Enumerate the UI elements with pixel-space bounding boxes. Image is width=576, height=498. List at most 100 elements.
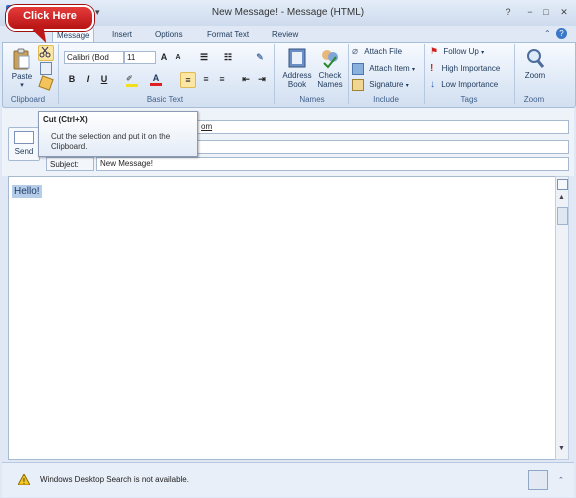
check-names-icon <box>322 50 338 69</box>
help-button[interactable]: ? <box>500 6 516 18</box>
send-label: Send <box>14 147 34 156</box>
svg-text:!: ! <box>22 477 25 485</box>
vertical-scrollbar[interactable]: ▲ ▼ <box>555 176 569 460</box>
paperclip-icon: ⌀ <box>352 46 359 57</box>
group-separator <box>348 44 349 104</box>
click-here-callout: Click Here <box>6 5 94 31</box>
numbering-icon[interactable]: ☷ <box>222 51 234 63</box>
zoom-group-label: Zoom <box>523 95 545 104</box>
scroll-thumb[interactable] <box>557 207 568 225</box>
scroll-down-arrow-icon[interactable]: ▼ <box>558 445 565 452</box>
address-book-label-1: Address <box>282 71 312 80</box>
bold-icon[interactable]: B <box>66 73 78 85</box>
tab-format-text[interactable]: Format Text <box>203 27 253 42</box>
group-separator <box>274 44 275 104</box>
align-right-icon[interactable]: ≡ <box>216 73 228 85</box>
scroll-ruler-icon[interactable] <box>557 179 568 190</box>
tooltip-title: Cut (Ctrl+X) <box>43 115 88 124</box>
basic-text-group-label: Basic Text <box>146 95 184 104</box>
message-body-editor[interactable] <box>8 176 556 460</box>
subject-field[interactable]: New Message! <box>96 157 569 171</box>
to-value: om <box>201 122 213 131</box>
signature-label: Signature <box>369 80 404 90</box>
attach-item-label: Attach Item <box>369 64 410 74</box>
warning-icon: ! <box>17 472 31 487</box>
tab-options[interactable]: Options <box>151 27 187 42</box>
high-importance-label: High Importance <box>441 64 501 73</box>
zoom-button[interactable]: Zoom <box>520 46 550 92</box>
callout-label: Click Here <box>23 10 77 22</box>
magnifier-icon <box>527 49 545 68</box>
tab-insert[interactable]: Insert <box>108 27 136 42</box>
flag-icon: ⚑ <box>430 46 439 56</box>
group-separator <box>514 44 515 104</box>
bullets-icon[interactable]: ☰ <box>198 51 210 63</box>
check-names-label-2: Names <box>317 80 343 89</box>
status-message: Windows Desktop Search is not available. <box>40 475 189 484</box>
include-group-label: Include <box>373 95 399 104</box>
font-name-box[interactable]: Calibri (Bod <box>64 51 124 64</box>
underline-icon[interactable]: U <box>98 73 110 85</box>
down-arrow-icon: ↓ <box>430 79 435 90</box>
address-book-label-2: Book <box>287 80 307 89</box>
scissors-icon <box>39 46 51 58</box>
paste-dropdown-icon: ▾ <box>20 82 24 89</box>
zoom-label: Zoom <box>524 71 546 80</box>
paste-icon <box>13 48 30 70</box>
scroll-up-arrow-icon[interactable]: ▲ <box>558 194 565 201</box>
minimize-button[interactable]: − <box>522 6 538 18</box>
ribbon-minimize-icon[interactable]: ⌃ <box>544 29 551 38</box>
address-book-button[interactable]: Address Book <box>280 46 314 94</box>
attach-item-button[interactable]: Attach Item ▾ <box>352 63 415 75</box>
chevron-down-icon: ▾ <box>405 83 409 90</box>
paste-button[interactable]: Paste ▾ <box>8 46 36 90</box>
check-names-label-1: Check <box>318 71 342 80</box>
group-separator <box>58 44 59 104</box>
maximize-button[interactable]: □ <box>538 6 554 18</box>
send-icon <box>14 131 34 144</box>
signature-icon <box>352 79 364 91</box>
tab-review[interactable]: Review <box>268 27 302 42</box>
high-importance-button[interactable]: ! High Importance <box>430 63 500 74</box>
font-color-icon[interactable]: A <box>150 73 162 86</box>
clear-formatting-icon[interactable]: ✎ <box>254 51 266 63</box>
align-left-icon[interactable]: ≡ <box>180 72 196 88</box>
attach-file-label: Attach File <box>364 47 403 56</box>
tags-group-label: Tags <box>460 95 478 104</box>
chevron-down-icon: ▾ <box>481 50 485 56</box>
align-center-icon[interactable]: ≡ <box>200 73 212 85</box>
cut-tooltip: Cut (Ctrl+X) Cut the selection and put i… <box>38 111 198 157</box>
follow-up-button[interactable]: ⚑ Follow Up ▾ <box>430 46 484 57</box>
decrease-indent-icon[interactable]: ⇤ <box>240 73 252 85</box>
tooltip-description: Cut the selection and put it on the Clip… <box>51 132 171 151</box>
paste-label: Paste <box>11 72 33 81</box>
contact-avatar[interactable] <box>528 470 548 490</box>
close-button[interactable]: ✕ <box>556 6 572 18</box>
increase-indent-icon[interactable]: ⇥ <box>256 73 268 85</box>
italic-icon[interactable]: I <box>82 73 94 85</box>
subject-label-box: Subject: <box>46 157 94 171</box>
address-book-icon <box>288 48 306 68</box>
font-size-box[interactable]: 11 <box>124 51 156 64</box>
low-importance-label: Low Importance <box>441 80 499 89</box>
group-separator <box>424 44 425 104</box>
grow-font-icon[interactable]: A <box>158 51 170 63</box>
send-button[interactable]: Send <box>8 127 40 161</box>
exclamation-icon: ! <box>430 63 434 74</box>
clipboard-group-label: Clipboard <box>10 95 46 104</box>
shrink-font-icon[interactable]: A <box>172 52 184 64</box>
chevron-down-icon: ▾ <box>411 67 415 74</box>
signature-button[interactable]: Signature ▾ <box>352 79 409 91</box>
subject-label: Subject: <box>50 160 79 169</box>
cut-button[interactable] <box>38 45 54 61</box>
low-importance-button[interactable]: ↓ Low Importance <box>430 79 498 90</box>
follow-up-label: Follow Up <box>443 47 479 56</box>
check-names-button[interactable]: Check Names <box>314 46 346 94</box>
body-text[interactable]: Hello! <box>12 185 42 198</box>
help-icon[interactable]: ? <box>556 28 567 39</box>
names-group-label: Names <box>299 95 325 104</box>
attach-file-button[interactable]: ⌀ Attach File <box>352 46 402 57</box>
copy-icon[interactable] <box>40 62 52 75</box>
expand-panel-icon[interactable]: ⌃ <box>558 476 564 484</box>
highlight-icon[interactable]: ✐ <box>126 74 138 87</box>
